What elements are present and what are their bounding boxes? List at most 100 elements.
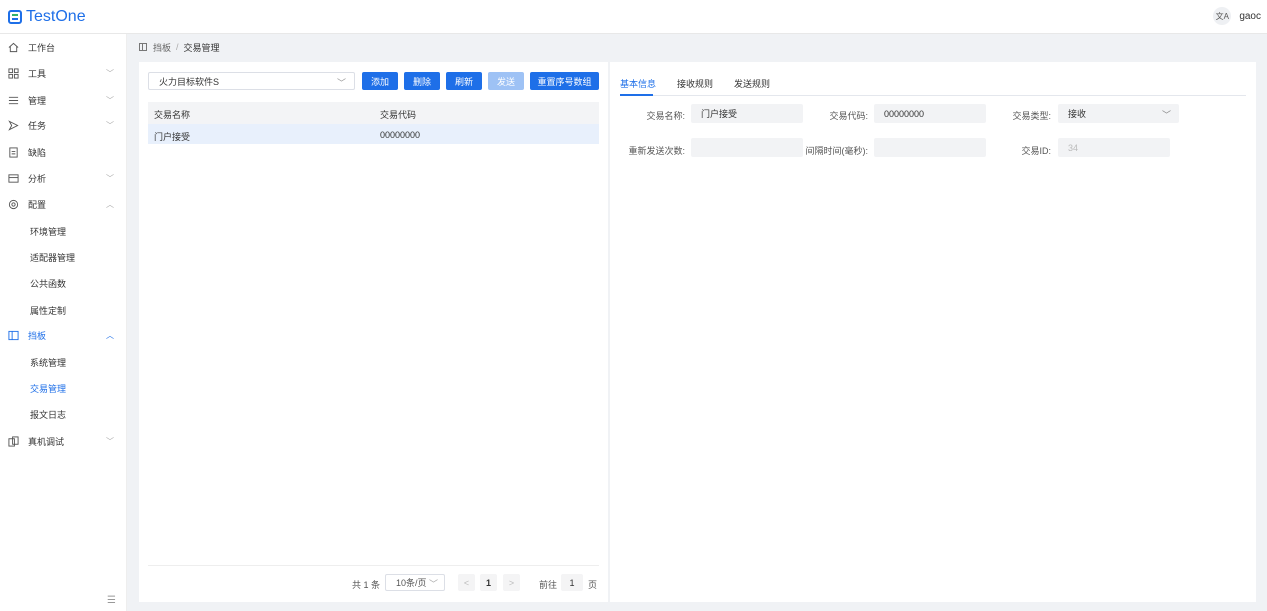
top-bar: TestOne 文A gaoc	[0, 0, 1267, 34]
breadcrumb-parent[interactable]: 挡板	[153, 41, 171, 54]
pagination: 共 1 条 10条/页 ﹀ < 1 > 前往 1 页	[148, 565, 599, 595]
page-size-value: 10条/页	[396, 578, 427, 588]
user-name[interactable]: gaoc	[1239, 11, 1261, 22]
transaction-list-panel: 火力目标软件S ﹀ 添加 删除 刷新 发送 重置序号数组 交易名称 交易代码 门…	[139, 62, 608, 602]
sidebar-item-label: 管理	[28, 95, 47, 106]
cell-code: 00000000	[380, 130, 421, 140]
system-select-value: 火力目标软件S	[159, 76, 220, 87]
sidebar-item-defect[interactable]: 缺陷	[0, 142, 127, 162]
system-select[interactable]: 火力目标软件S ﹀	[148, 72, 355, 90]
transaction-detail-panel: 基本信息 接收规则 发送规则 交易名称: 门户接受 交易代码: 00000000…	[610, 62, 1256, 602]
sidebar-item-task[interactable]: 任务 ﹀	[0, 115, 127, 135]
sidebar-item-label: 工作台	[28, 42, 56, 53]
sidebar-item-baffle[interactable]: 挡板 ︿	[0, 325, 127, 345]
document-icon	[9, 146, 18, 158]
detail-tabs: 基本信息 接收规则 发送规则	[620, 72, 1246, 96]
sidebar-subitem-label: 交易管理	[30, 383, 67, 394]
page-size-select[interactable]: 10条/页 ﹀	[385, 574, 445, 591]
app-name: TestOne	[26, 7, 86, 25]
sidebar-item-label: 分析	[28, 173, 47, 184]
total-count: 共 1 条	[352, 580, 381, 590]
sidebar-item-label: 真机调试	[28, 436, 65, 447]
resend-count-label: 重新发送次数:	[628, 146, 685, 156]
send-icon	[8, 119, 19, 131]
page-number[interactable]: 1	[480, 574, 497, 591]
transaction-id-label: 交易ID:	[1021, 146, 1051, 156]
sidebar-subitem-transaction[interactable]: 交易管理	[0, 378, 127, 398]
sidebar-item-manage[interactable]: 管理 ﹀	[0, 90, 127, 110]
transaction-type-select[interactable]: 接收 ﹀	[1058, 104, 1179, 123]
chevron-down-icon: ﹀	[1161, 110, 1171, 120]
home-icon	[8, 42, 19, 52]
chevron-down-icon: ﹀	[428, 579, 438, 589]
tab-send-rules[interactable]: 发送规则	[734, 77, 770, 90]
sidebar-subitem-label: 报文日志	[30, 409, 67, 420]
sidebar-subitem-attributes[interactable]: 属性定制	[0, 300, 127, 320]
device-icon	[8, 435, 19, 447]
sidebar-item-workbench[interactable]: 工作台	[0, 37, 127, 57]
collapse-menu-icon[interactable]: ☰	[107, 595, 116, 606]
transaction-name-label: 交易名称:	[646, 111, 685, 121]
chevron-down-icon: ﹀	[336, 78, 346, 88]
chevron-down-icon: ﹀	[106, 95, 114, 105]
sidebar-item-config[interactable]: 配置 ︿	[0, 194, 127, 214]
column-header-name: 交易名称	[154, 110, 191, 120]
sidebar-subitem-message-log[interactable]: 报文日志	[0, 404, 127, 424]
tab-active-indicator	[620, 94, 653, 96]
chevron-up-icon: ︿	[106, 199, 114, 209]
tab-receive-rules[interactable]: 接收规则	[677, 77, 713, 90]
logo-icon	[8, 9, 22, 24]
chevron-down-icon: ﹀	[106, 436, 114, 446]
panel-icon	[8, 330, 19, 340]
breadcrumb: 挡板 / 交易管理	[139, 40, 220, 54]
sidebar-subitem-label: 系统管理	[30, 357, 67, 368]
refresh-button[interactable]: 刷新	[446, 72, 482, 90]
sidebar-item-label: 缺陷	[28, 147, 47, 158]
translate-icon[interactable]: 文A	[1213, 7, 1232, 25]
prev-page-button[interactable]: <	[458, 574, 475, 591]
chart-icon	[8, 173, 19, 183]
sidebar-item-device-debug[interactable]: 真机调试 ﹀	[0, 431, 127, 451]
delete-button[interactable]: 删除	[404, 72, 440, 90]
sidebar-subitem-functions[interactable]: 公共函数	[0, 273, 127, 293]
sidebar-subitem-system[interactable]: 系统管理	[0, 352, 127, 372]
sidebar: 工作台 工具 ﹀ 管理 ﹀ 任务 ﹀ 缺陷 分析 ﹀ 配置 ︿ 环境管理 适配器…	[0, 34, 127, 611]
app-logo[interactable]: TestOne	[8, 8, 86, 26]
sidebar-subitem-env[interactable]: 环境管理	[0, 221, 127, 241]
column-header-code: 交易代码	[380, 110, 417, 120]
chevron-down-icon: ﹀	[106, 68, 114, 78]
table-row[interactable]: 门户接受 00000000	[148, 124, 599, 144]
sidebar-item-label: 配置	[28, 199, 47, 210]
sidebar-subitem-adapter[interactable]: 适配器管理	[0, 247, 127, 267]
grid-icon	[8, 67, 19, 79]
breadcrumb-separator: /	[176, 42, 179, 52]
sidebar-subitem-label: 公共函数	[30, 278, 67, 289]
sidebar-subitem-label: 环境管理	[30, 226, 67, 237]
add-button[interactable]: 添加	[362, 72, 398, 90]
sidebar-item-analysis[interactable]: 分析 ﹀	[0, 168, 127, 188]
sidebar-item-label: 任务	[28, 120, 47, 131]
interval-label: 间隔时间(毫秒):	[805, 146, 869, 156]
reset-sequence-button[interactable]: 重置序号数组	[530, 72, 599, 90]
sidebar-item-tools[interactable]: 工具 ﹀	[0, 63, 127, 83]
gear-icon	[8, 199, 19, 209]
transaction-type-value: 接收	[1068, 109, 1087, 119]
breadcrumb-current: 交易管理	[183, 42, 220, 53]
send-button[interactable]: 发送	[488, 72, 524, 90]
transaction-id-field: 34	[1058, 138, 1170, 157]
sidebar-item-label: 挡板	[28, 330, 47, 341]
chevron-down-icon: ﹀	[106, 173, 114, 183]
cell-name: 门户接受	[154, 132, 191, 142]
chevron-down-icon: ﹀	[106, 120, 114, 130]
panel-icon[interactable]	[139, 43, 147, 51]
tab-basic-info[interactable]: 基本信息	[620, 77, 656, 90]
goto-label: 前往	[539, 580, 558, 590]
sidebar-item-label: 工具	[28, 68, 47, 79]
chevron-up-icon: ︿	[106, 330, 114, 340]
sidebar-subitem-label: 属性定制	[30, 305, 67, 316]
list-icon	[8, 96, 19, 104]
goto-page-input[interactable]: 1	[561, 574, 583, 591]
table-header: 交易名称 交易代码	[148, 102, 599, 124]
next-page-button[interactable]: >	[503, 574, 520, 591]
sidebar-subitem-label: 适配器管理	[30, 252, 76, 263]
